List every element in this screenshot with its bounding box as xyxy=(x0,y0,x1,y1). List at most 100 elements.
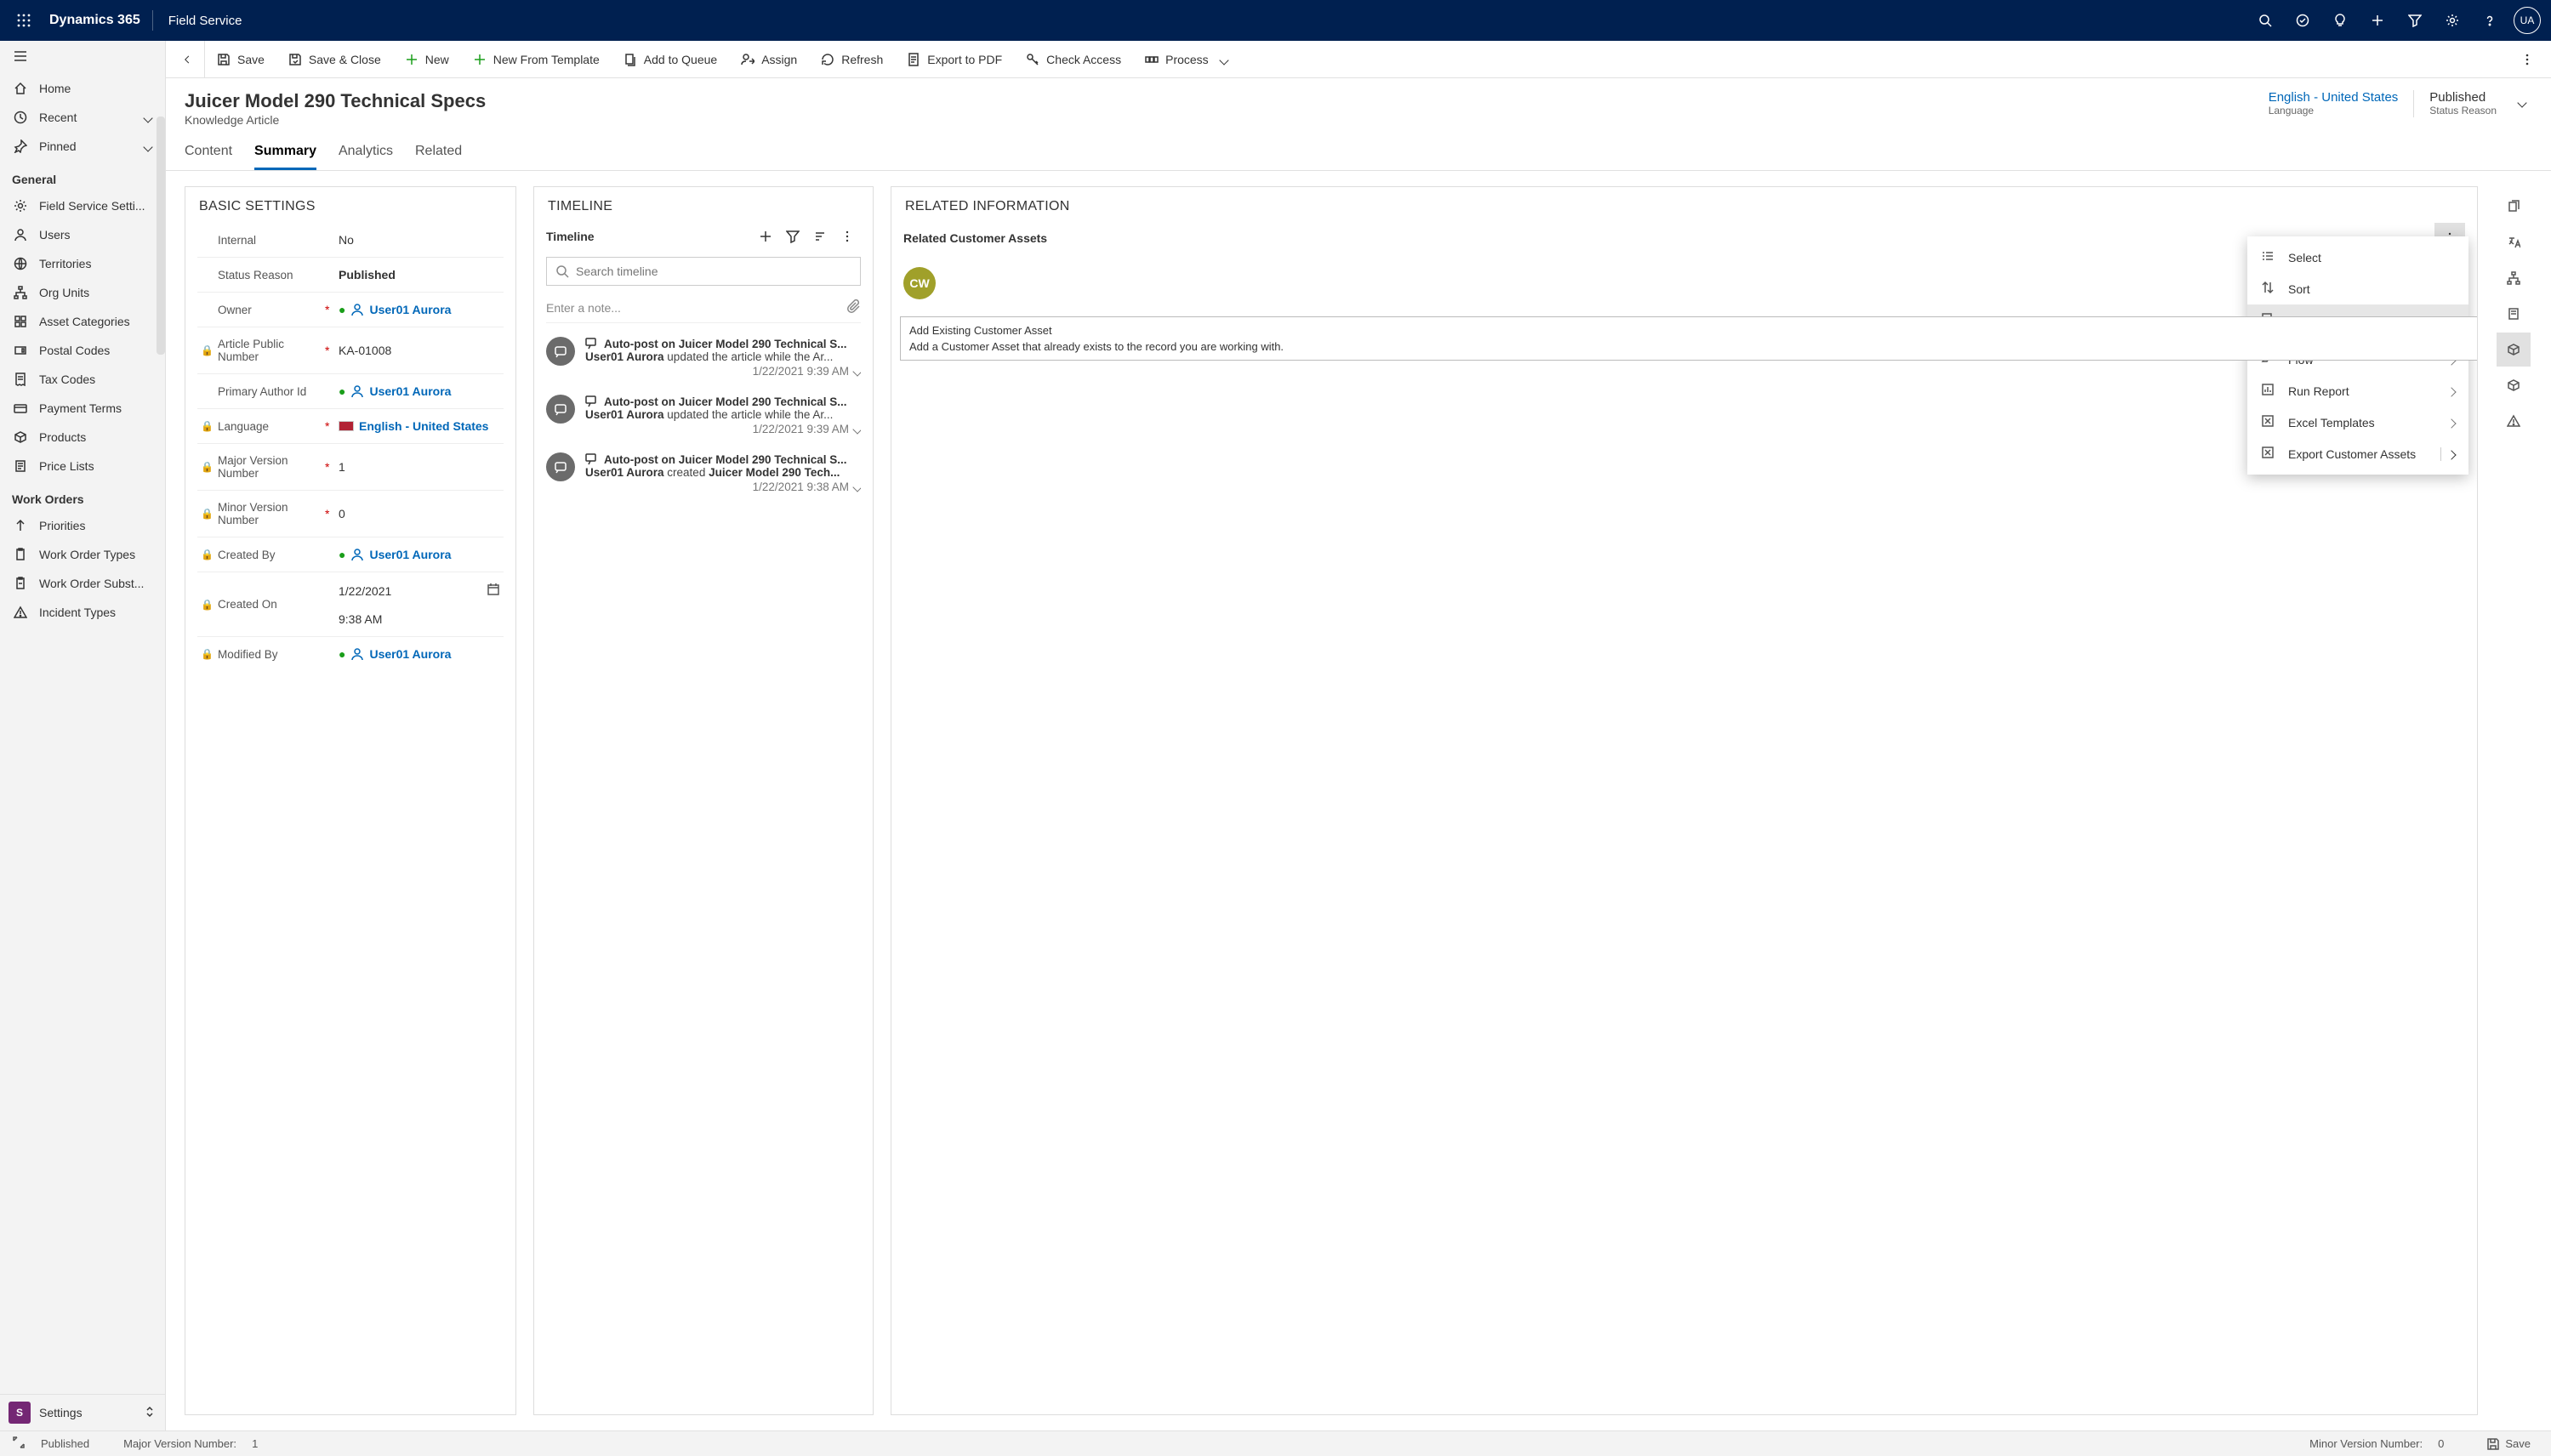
rail-warning[interactable] xyxy=(2497,404,2531,438)
tab-related[interactable]: Related xyxy=(415,139,462,170)
sidebar-item-incident-types[interactable]: Incident Types xyxy=(0,598,165,627)
cmd-process[interactable]: Process xyxy=(1133,41,1239,78)
cmd-new-template[interactable]: New From Template xyxy=(461,41,612,78)
sidebar-item-territories[interactable]: Territories xyxy=(0,249,165,278)
sidebar-item-users[interactable]: Users xyxy=(0,220,165,249)
lock-icon: 🔒 xyxy=(201,344,213,356)
field-language[interactable]: 🔒Language*English - United States xyxy=(197,409,504,444)
calendar-icon[interactable] xyxy=(487,583,500,599)
chevron-down-icon[interactable] xyxy=(854,481,861,493)
cmd-save-close[interactable]: Save & Close xyxy=(276,41,393,78)
sidebar-item-org-units[interactable]: Org Units xyxy=(0,278,165,307)
sidebar-item-field-service-settings[interactable]: Field Service Setti... xyxy=(0,191,165,220)
brand-label[interactable]: Dynamics 365 xyxy=(37,13,152,28)
activity-icon xyxy=(546,337,575,366)
attachment-icon[interactable] xyxy=(847,299,861,316)
statusbar-save-button[interactable]: Save xyxy=(2478,1434,2539,1454)
rail-cube-active[interactable] xyxy=(2497,333,2531,367)
timeline-filter[interactable] xyxy=(779,223,806,250)
timeline-item[interactable]: Auto-post on Juicer Model 290 Technical … xyxy=(534,444,873,502)
cmd-save[interactable]: Save xyxy=(205,41,276,78)
app-launcher[interactable] xyxy=(10,7,37,34)
check-circle-icon xyxy=(2296,14,2309,27)
cmd-overflow[interactable] xyxy=(2508,41,2546,78)
rail-translate[interactable] xyxy=(2497,225,2531,259)
menu-excel-templates[interactable]: Excel Templates xyxy=(2247,407,2468,438)
field-created-by[interactable]: 🔒Created By●User01 Aurora xyxy=(197,537,504,572)
sidebar-item-tax-codes[interactable]: Tax Codes xyxy=(0,365,165,394)
search-button[interactable] xyxy=(2246,0,2284,41)
sidebar-toggle[interactable] xyxy=(0,41,165,74)
warning-icon xyxy=(2507,414,2520,428)
tab-analytics[interactable]: Analytics xyxy=(339,139,393,170)
cmd-check-access[interactable]: Check Access xyxy=(1014,41,1133,78)
sort-icon xyxy=(813,230,827,243)
field-major-version[interactable]: 🔒Major Version Number*1 xyxy=(197,444,504,491)
rail-copy[interactable] xyxy=(2497,190,2531,224)
sidebar-item-recent[interactable]: Recent xyxy=(0,103,165,132)
report-icon xyxy=(2261,383,2276,399)
cmd-new[interactable]: New xyxy=(393,41,461,78)
header-expander[interactable] xyxy=(2512,90,2532,114)
rail-hierarchy[interactable] xyxy=(2497,261,2531,295)
sidebar-item-postal-codes[interactable]: Postal Codes xyxy=(0,336,165,365)
menu-select[interactable]: Select xyxy=(2247,242,2468,273)
timeline-item[interactable]: Auto-post on Juicer Model 290 Technical … xyxy=(534,328,873,386)
lightbulb-button[interactable] xyxy=(2321,0,2359,41)
menu-export-assets[interactable]: Export Customer Assets xyxy=(2247,438,2468,469)
header-language[interactable]: English - United States Language xyxy=(2269,90,2399,117)
menu-sort[interactable]: Sort xyxy=(2247,273,2468,304)
sidebar-item-home[interactable]: Home xyxy=(0,74,165,103)
add-button[interactable] xyxy=(2359,0,2396,41)
cmd-refresh[interactable]: Refresh xyxy=(809,41,895,78)
plus-icon xyxy=(759,230,772,243)
sidebar-item-pinned[interactable]: Pinned xyxy=(0,132,165,161)
timeline-sort[interactable] xyxy=(806,223,834,250)
scrollbar[interactable] xyxy=(157,117,165,355)
chevron-down-icon[interactable] xyxy=(854,365,861,378)
field-modified-by[interactable]: 🔒Modified By●User01 Aurora xyxy=(197,637,504,671)
task-button[interactable] xyxy=(2284,0,2321,41)
search-icon xyxy=(2258,14,2272,27)
page-title: Juicer Model 290 Technical Specs xyxy=(185,90,486,112)
field-internal[interactable]: InternalNo xyxy=(197,223,504,258)
rail-form[interactable] xyxy=(2497,297,2531,331)
cmd-add-queue[interactable]: Add to Queue xyxy=(612,41,729,78)
field-created-on[interactable]: 🔒Created On1/22/20219:38 AM xyxy=(197,572,504,637)
timeline-more[interactable] xyxy=(834,223,861,250)
user-avatar[interactable]: UA xyxy=(2514,7,2541,34)
filter-button[interactable] xyxy=(2396,0,2434,41)
status-expand[interactable] xyxy=(12,1436,26,1452)
sidebar-item-price-lists[interactable]: Price Lists xyxy=(0,452,165,481)
field-minor-version[interactable]: 🔒Minor Version Number*0 xyxy=(197,491,504,537)
timeline-search[interactable] xyxy=(546,257,861,286)
field-article-public-number[interactable]: 🔒Article Public Number*KA-01008 xyxy=(197,327,504,374)
chevron-down-icon[interactable] xyxy=(854,423,861,435)
rail-cube[interactable] xyxy=(2497,368,2531,402)
area-switcher[interactable]: S Settings xyxy=(0,1394,165,1430)
settings-button[interactable] xyxy=(2434,0,2471,41)
field-primary-author[interactable]: Primary Author Id●User01 Aurora xyxy=(197,374,504,409)
timeline-add[interactable] xyxy=(752,223,779,250)
back-button[interactable] xyxy=(171,41,205,78)
sidebar-item-priorities[interactable]: Priorities xyxy=(0,511,165,540)
sidebar-item-work-order-types[interactable]: Work Order Types xyxy=(0,540,165,569)
menu-run-report[interactable]: Run Report xyxy=(2247,375,2468,407)
timeline-note-entry[interactable]: Enter a note... xyxy=(546,293,861,323)
help-button[interactable] xyxy=(2471,0,2508,41)
sidebar-item-asset-categories[interactable]: Asset Categories xyxy=(0,307,165,336)
cmd-assign[interactable]: Assign xyxy=(729,41,809,78)
tab-summary[interactable]: Summary xyxy=(254,139,316,170)
cmd-export-pdf[interactable]: Export to PDF xyxy=(895,41,1014,78)
timeline-search-input[interactable] xyxy=(576,264,851,278)
related-info-panel: RELATED INFORMATION Related Customer Ass… xyxy=(891,186,2478,1415)
tab-content[interactable]: Content xyxy=(185,139,232,170)
asset-row[interactable]: CW xyxy=(891,262,2477,304)
sidebar-item-payment-terms[interactable]: Payment Terms xyxy=(0,394,165,423)
field-owner[interactable]: Owner*●User01 Aurora xyxy=(197,293,504,327)
sidebar-item-products[interactable]: Products xyxy=(0,423,165,452)
sidebar-item-work-order-substatus[interactable]: Work Order Subst... xyxy=(0,569,165,598)
timeline-item[interactable]: Auto-post on Juicer Model 290 Technical … xyxy=(534,386,873,444)
module-label[interactable]: Field Service xyxy=(153,14,258,28)
field-status-reason[interactable]: Status ReasonPublished xyxy=(197,258,504,293)
